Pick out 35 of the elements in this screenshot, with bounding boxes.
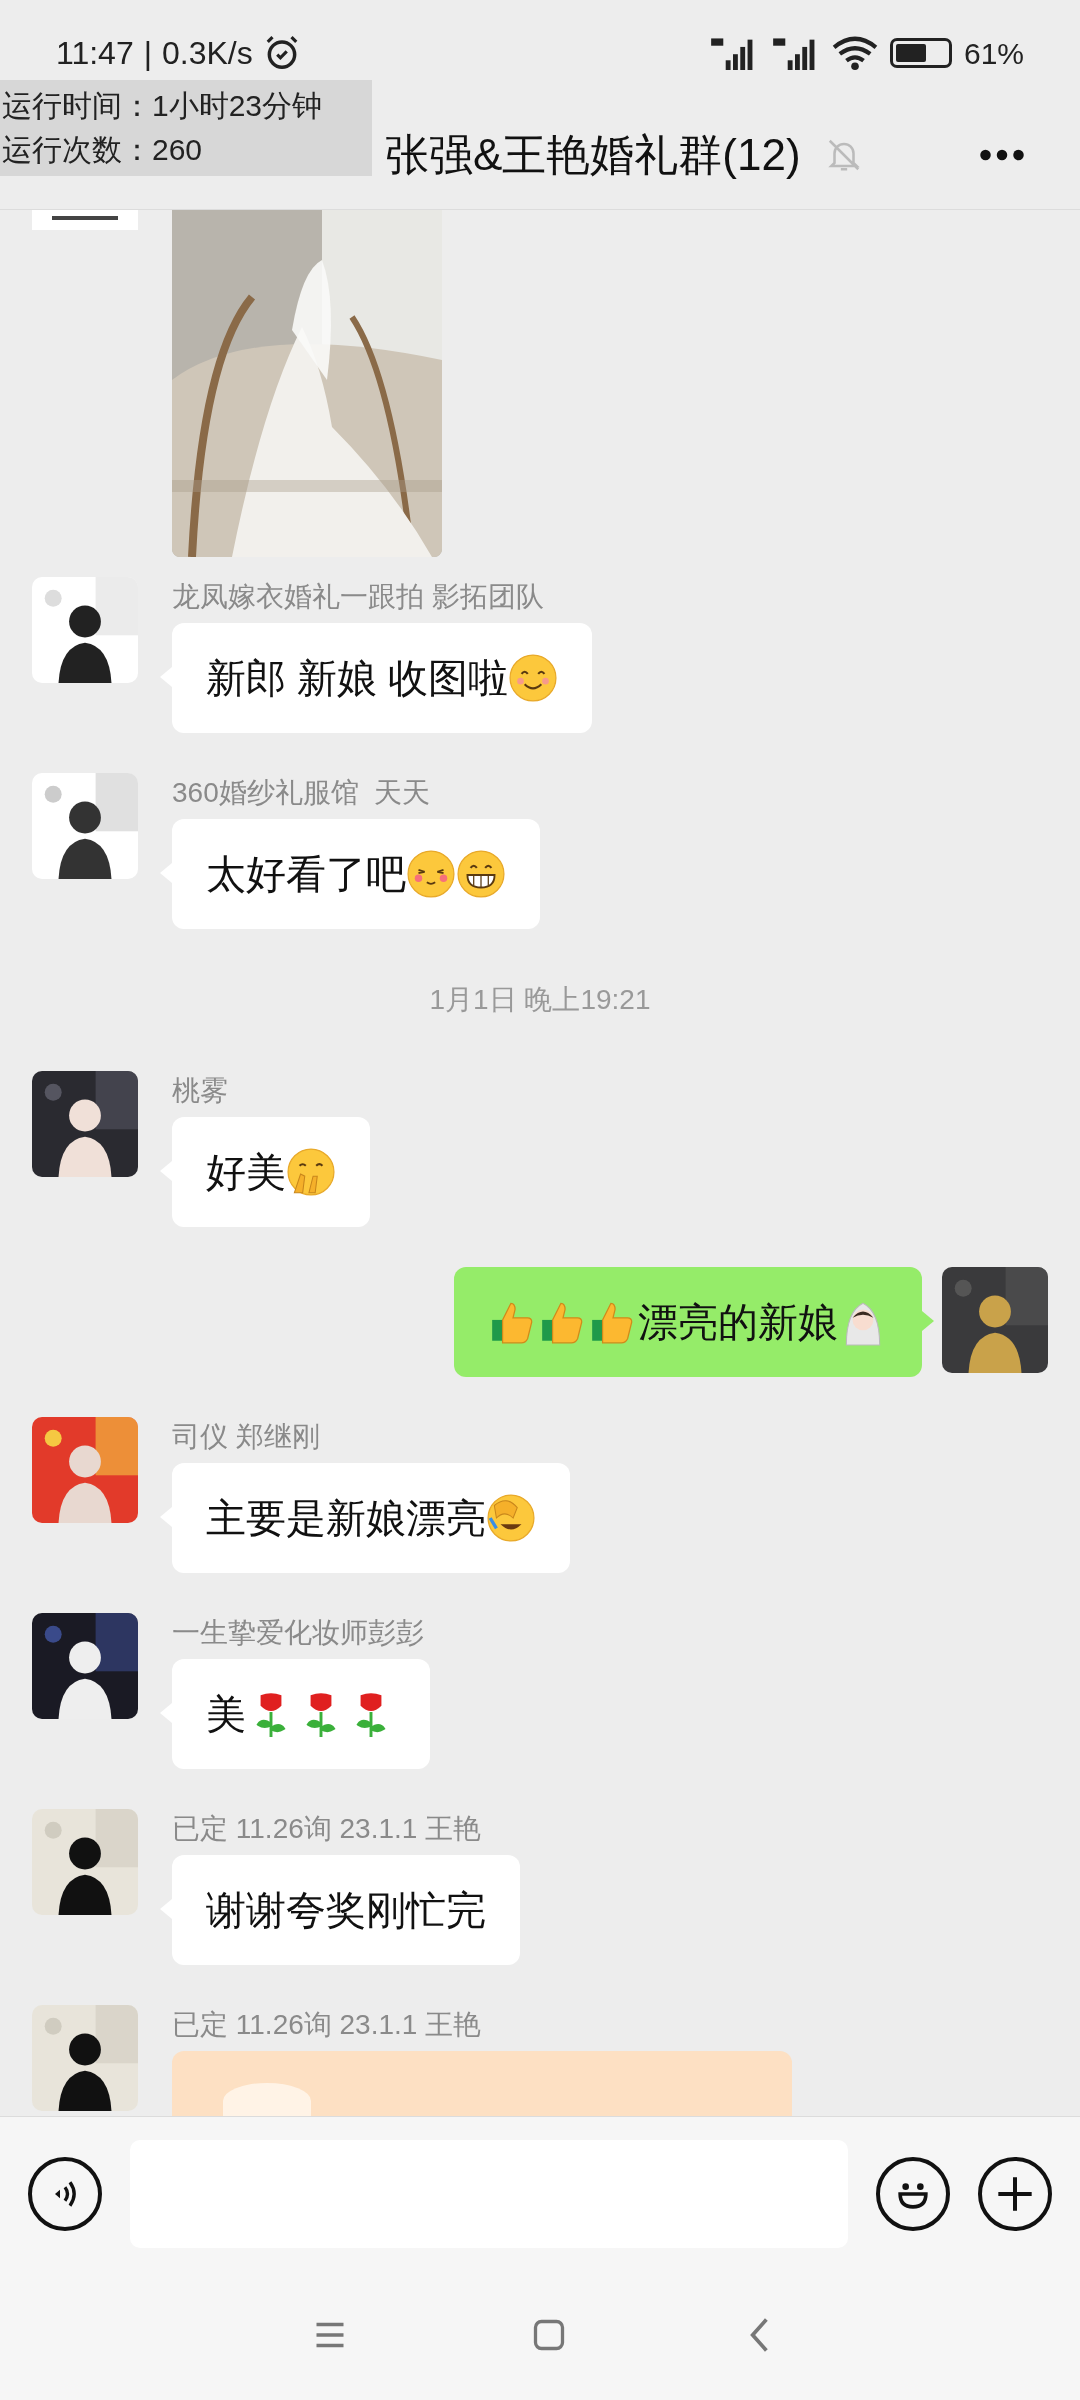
voice-button[interactable] (28, 2156, 102, 2231)
runtime-text: 运行时间：1小时23分钟 (2, 88, 324, 124)
clock-time: 11:47 (56, 34, 134, 73)
emoji-icon (406, 849, 456, 899)
message-text: 谢谢夸奖刚忙完 (206, 1887, 486, 1934)
battery-percent: 61% (963, 35, 1024, 72)
emoji-icon (508, 653, 559, 703)
battery-icon (889, 38, 952, 68)
message-text: 好美 (206, 1149, 286, 1196)
message-text: 美 (206, 1691, 246, 1738)
emoji-button[interactable] (876, 2156, 950, 2231)
wifi-icon (831, 34, 878, 72)
sender-name: 司仪 郑继刚 (172, 1420, 321, 1454)
sender-name: 龙凤嫁衣婚礼一跟拍 影拓团队 (172, 580, 545, 614)
network-speed: 0.3K/s (162, 34, 253, 73)
back-icon (749, 2317, 769, 2353)
sender-name: 已定 11.26询 23.1.1 王艳 (172, 1812, 483, 1846)
message-text: 主要是新娘漂亮 (206, 1495, 486, 1542)
timestamp: 1月1日 晚上19:21 (429, 983, 651, 1017)
chat-title: 张强&王艳婚礼群(12) (385, 128, 801, 181)
message-text: 太好看了吧 (206, 851, 406, 898)
runtime-text: 运行次数：260 (2, 132, 204, 168)
sender-name: 桃雾 (172, 1074, 229, 1108)
message-text: 新郎 新娘 收图啦 (206, 655, 509, 702)
emoji-icon (456, 849, 506, 899)
sender-name: 已定 11.26询 23.1.1 王艳 (172, 2008, 483, 2042)
sender-name: 一生挚爱化妆师彭彭 (172, 1616, 425, 1650)
back-button[interactable] (749, 2317, 769, 2353)
emoji-icon (286, 1147, 336, 1197)
emoji-icon (486, 1493, 536, 1543)
separator: | (143, 34, 152, 73)
add-button[interactable] (978, 2156, 1052, 2231)
more-icon (978, 148, 1026, 161)
message-text: 漂亮的新娘 (638, 1299, 838, 1346)
sender-name: 360婚纱礼服馆 天天 (172, 776, 432, 810)
